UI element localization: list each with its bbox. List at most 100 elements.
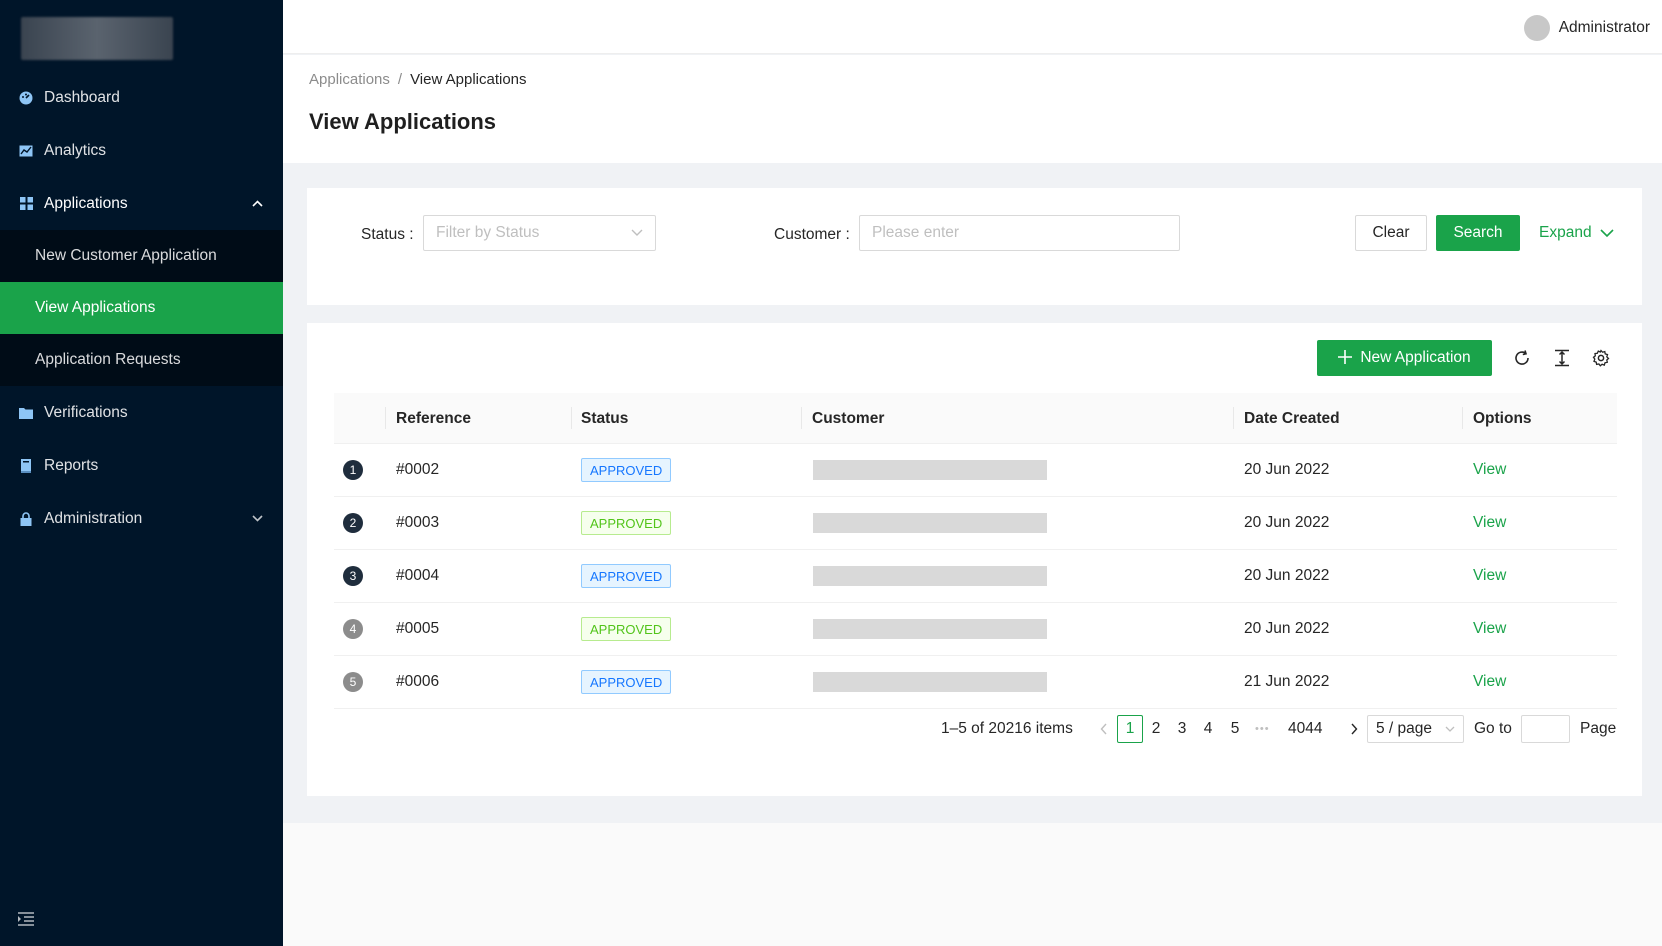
pagination-ellipsis[interactable]: ••• bbox=[1255, 715, 1270, 743]
sidebar-item-label: Applications bbox=[44, 194, 128, 212]
column-divider bbox=[571, 407, 572, 429]
row-index-badge: 2 bbox=[343, 513, 363, 533]
pagination: 1–5 of 20216 items 1 2 3 4 5 ••• 4044 5 … bbox=[307, 715, 1617, 747]
view-link[interactable]: View bbox=[1473, 656, 1506, 708]
column-height-icon[interactable] bbox=[1553, 349, 1571, 367]
breadcrumb-current: View Applications bbox=[410, 71, 527, 88]
dashboard-icon bbox=[18, 90, 34, 106]
view-link[interactable]: View bbox=[1473, 497, 1506, 549]
content-footer-area bbox=[283, 823, 1662, 946]
page-size-value: 5 / page bbox=[1376, 720, 1433, 737]
row-date-created: 21 Jun 2022 bbox=[1244, 673, 1330, 690]
row-index-badge: 3 bbox=[343, 566, 363, 586]
page-2[interactable]: 2 bbox=[1143, 715, 1169, 743]
sidebar-item-application-requests[interactable]: Application Requests bbox=[0, 334, 283, 386]
customer-name-redacted bbox=[813, 619, 1047, 639]
status-select-placeholder: Filter by Status bbox=[436, 224, 540, 241]
prev-page-icon[interactable] bbox=[1097, 715, 1111, 743]
table-row: 4 #0005 APPROVED 20 Jun 2022 View bbox=[334, 603, 1617, 656]
sidebar-menu: Dashboard Analytics Applications New Cus… bbox=[0, 71, 283, 545]
new-application-label: New Application bbox=[1360, 349, 1471, 366]
chevron-down-icon bbox=[631, 225, 643, 244]
row-date-created: 20 Jun 2022 bbox=[1244, 514, 1330, 531]
column-header-status[interactable]: Status bbox=[581, 393, 628, 444]
row-reference: #0004 bbox=[396, 567, 440, 584]
next-page-icon[interactable] bbox=[1347, 715, 1361, 743]
sidebar-item-label: Reports bbox=[44, 456, 99, 474]
column-header-options: Options bbox=[1473, 409, 1532, 427]
breadcrumb-separator: / bbox=[397, 71, 403, 88]
breadcrumb: Applications / View Applications bbox=[309, 71, 527, 88]
table-row: 2 #0003 APPROVED 20 Jun 2022 View bbox=[334, 497, 1617, 550]
customer-name-redacted bbox=[813, 513, 1047, 533]
sidebar-item-administration[interactable]: Administration bbox=[0, 492, 283, 545]
sidebar: Dashboard Analytics Applications New Cus… bbox=[0, 0, 283, 946]
sidebar-item-label: Verifications bbox=[44, 403, 128, 421]
expand-label: Expand bbox=[1539, 224, 1592, 241]
user-menu[interactable]: Administrator bbox=[1523, 15, 1650, 41]
sidebar-item-applications[interactable]: Applications bbox=[0, 177, 283, 230]
row-index-badge: 4 bbox=[343, 619, 363, 639]
sidebar-item-label: Application Requests bbox=[35, 351, 181, 368]
expand-button[interactable]: Expand bbox=[1539, 215, 1614, 251]
column-header-customer[interactable]: Customer bbox=[812, 393, 884, 444]
page-label: Page bbox=[1580, 720, 1617, 737]
row-date-created: 20 Jun 2022 bbox=[1244, 461, 1330, 478]
sidebar-item-label: Analytics bbox=[44, 141, 107, 159]
lock-icon bbox=[18, 511, 34, 527]
row-reference: #0006 bbox=[396, 673, 440, 690]
customer-input[interactable] bbox=[859, 215, 1180, 251]
sidebar-item-label: Dashboard bbox=[44, 88, 120, 106]
row-index-badge: 1 bbox=[343, 460, 363, 480]
new-application-button[interactable]: New Application bbox=[1317, 340, 1492, 376]
table-card: New Application Reference Status Custome… bbox=[307, 323, 1642, 796]
menu-collapse-icon[interactable] bbox=[18, 912, 34, 926]
user-name: Administrator bbox=[1558, 19, 1650, 36]
sidebar-item-analytics[interactable]: Analytics bbox=[0, 124, 283, 177]
pagination-summary: 1–5 of 20216 items bbox=[941, 720, 1073, 737]
table-row: 5 #0006 APPROVED 21 Jun 2022 View bbox=[334, 656, 1617, 709]
view-link[interactable]: View bbox=[1473, 444, 1506, 496]
row-index-badge: 5 bbox=[343, 672, 363, 692]
sidebar-item-label: New Customer Application bbox=[35, 247, 217, 264]
table-row: 3 #0004 APPROVED 20 Jun 2022 View bbox=[334, 550, 1617, 603]
status-label: Status : bbox=[361, 226, 414, 243]
row-reference: #0005 bbox=[396, 620, 440, 637]
page-size-select[interactable]: 5 / page bbox=[1367, 715, 1464, 743]
sidebar-item-verifications[interactable]: Verifications bbox=[0, 386, 283, 439]
sidebar-item-new-customer-application[interactable]: New Customer Application bbox=[0, 230, 283, 282]
status-badge: APPROVED bbox=[581, 564, 672, 588]
applications-table: Reference Status Customer Date Created O… bbox=[334, 393, 1617, 709]
page-5[interactable]: 5 bbox=[1222, 715, 1248, 743]
row-date-created: 20 Jun 2022 bbox=[1244, 620, 1330, 637]
column-header-date-created[interactable]: Date Created bbox=[1244, 393, 1340, 444]
search-button[interactable]: Search bbox=[1436, 215, 1520, 251]
status-select[interactable]: Filter by Status bbox=[423, 215, 656, 251]
view-link[interactable]: View bbox=[1473, 603, 1506, 655]
sidebar-item-dashboard[interactable]: Dashboard bbox=[0, 71, 283, 124]
column-divider bbox=[801, 407, 802, 429]
column-divider bbox=[1233, 407, 1234, 429]
clear-button[interactable]: Clear bbox=[1355, 215, 1427, 251]
table-header: Reference Status Customer Date Created O… bbox=[334, 393, 1617, 444]
page-header: Applications / View Applications View Appl… bbox=[283, 55, 1662, 163]
page-4[interactable]: 4 bbox=[1195, 715, 1221, 743]
reload-icon[interactable] bbox=[1513, 349, 1531, 367]
page-last[interactable]: 4044 bbox=[1288, 715, 1322, 743]
status-badge: APPROVED bbox=[581, 670, 672, 694]
column-header-reference[interactable]: Reference bbox=[396, 393, 471, 444]
settings-icon[interactable] bbox=[1592, 349, 1610, 367]
view-link[interactable]: View bbox=[1473, 550, 1506, 602]
grid-icon bbox=[18, 196, 34, 212]
sidebar-item-reports[interactable]: Reports bbox=[0, 439, 283, 492]
folder-icon bbox=[18, 405, 34, 421]
status-badge: APPROVED bbox=[581, 458, 672, 482]
customer-name-redacted bbox=[813, 672, 1047, 692]
breadcrumb-parent[interactable]: Applications bbox=[309, 71, 390, 88]
page-1[interactable]: 1 bbox=[1117, 715, 1143, 743]
goto-page-input[interactable] bbox=[1521, 715, 1570, 743]
page-3[interactable]: 3 bbox=[1169, 715, 1195, 743]
sidebar-item-view-applications[interactable]: View Applications bbox=[0, 282, 283, 334]
filter-card: Status : Filter by Status Customer : Cle… bbox=[307, 188, 1642, 305]
page-title: View Applications bbox=[309, 109, 497, 134]
